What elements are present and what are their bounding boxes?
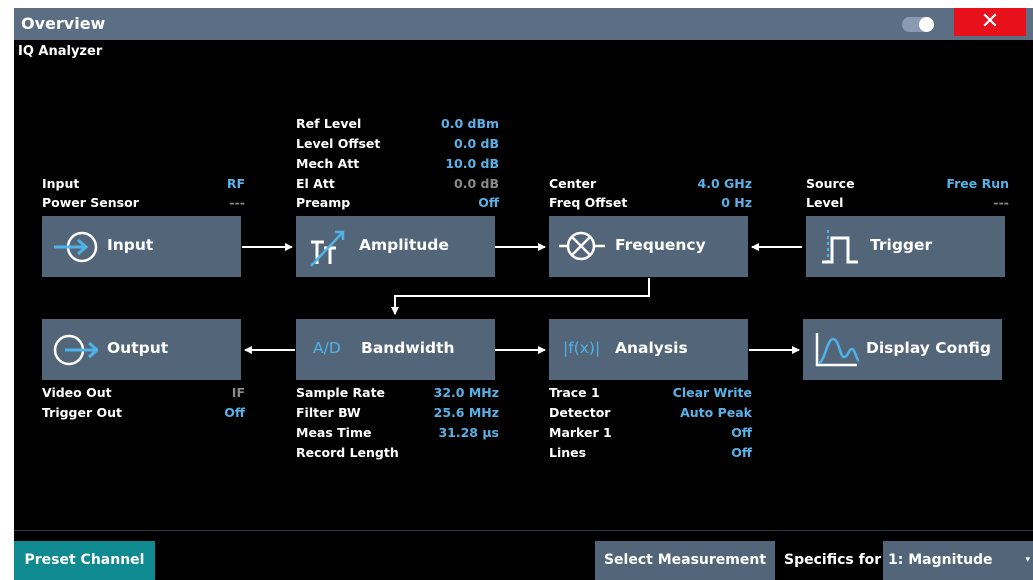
attenuator-icon — [310, 230, 345, 267]
bandwidth-block-label: Bandwidth — [361, 339, 455, 357]
amplitude-block[interactable]: Amplitude — [296, 216, 495, 277]
info-row: El Att 0.0 dB — [296, 176, 499, 191]
info-row: Freq Offset 0 Hz — [549, 195, 752, 210]
info-row: Meas Time 31.28 µs — [296, 425, 499, 440]
arrow-out-circle-icon — [53, 334, 98, 366]
trigger-block-label: Trigger — [870, 236, 933, 254]
chevron-down-icon: ▾ — [1025, 555, 1030, 565]
waveform-icon — [815, 333, 859, 367]
specifics-dropdown[interactable]: 1: Magnitude ▾ — [883, 541, 1033, 580]
bottom-bar: Preset Channel Select Measurement Specif… — [14, 530, 1033, 580]
info-row: Filter BW 25.6 MHz — [296, 405, 499, 420]
info-row: Ref Level 0.0 dBm — [296, 116, 499, 131]
analysis-block-label: Analysis — [615, 339, 688, 357]
info-row: Detector Auto Peak — [549, 405, 752, 420]
overview-dialog: Overview ✕ IQ Analyzer Input Amplitude F… — [14, 8, 1033, 580]
frequency-block[interactable]: Frequency — [549, 216, 748, 277]
info-row: Trace 1 Clear Write — [549, 385, 752, 400]
info-row: Lines Off — [549, 445, 752, 460]
select-measurement-button[interactable]: Select Measurement — [595, 541, 775, 580]
pulse-icon — [822, 230, 858, 266]
bandwidth-block[interactable]: A/D Bandwidth — [296, 319, 495, 380]
info-row: Input RF — [42, 176, 245, 191]
info-row: Power Sensor --- — [42, 195, 245, 210]
amplitude-block-label: Amplitude — [359, 236, 449, 254]
input-block-label: Input — [107, 236, 154, 254]
info-row: Mech Att 10.0 dB — [296, 156, 499, 171]
info-row: Preamp Off — [296, 195, 499, 210]
display-config-block-label: Display Config — [866, 339, 991, 357]
info-row: Level --- — [806, 195, 1009, 210]
info-row: Marker 1 Off — [549, 425, 752, 440]
specifics-label: Specifics for — [784, 552, 882, 568]
frequency-block-label: Frequency — [615, 236, 706, 254]
info-row: Trigger Out Off — [42, 405, 245, 420]
input-block[interactable]: Input — [42, 216, 241, 277]
output-block[interactable]: Output — [42, 319, 241, 380]
function-icon: |f(x)| — [563, 339, 601, 357]
info-row: Sample Rate 32.0 MHz — [296, 385, 499, 400]
info-row: Center 4.0 GHz — [549, 176, 752, 191]
analysis-block[interactable]: |f(x)| Analysis — [549, 319, 748, 380]
trigger-block[interactable]: Trigger — [806, 216, 1005, 277]
preset-channel-button[interactable]: Preset Channel — [14, 541, 155, 580]
mixer-icon — [559, 231, 605, 261]
info-row: Record Length — [296, 445, 399, 460]
arrow-frequency-bandwidth — [391, 278, 650, 315]
specifics-value: 1: Magnitude — [888, 552, 993, 568]
display-config-block[interactable]: Display Config — [803, 319, 1002, 380]
info-row: Level Offset 0.0 dB — [296, 136, 499, 151]
info-row: Video Out IF — [42, 385, 245, 400]
arrow-into-circle-icon — [54, 231, 98, 263]
output-block-label: Output — [107, 339, 169, 357]
ad-converter-icon: A/D — [313, 339, 341, 357]
info-row: Source Free Run — [806, 176, 1009, 191]
